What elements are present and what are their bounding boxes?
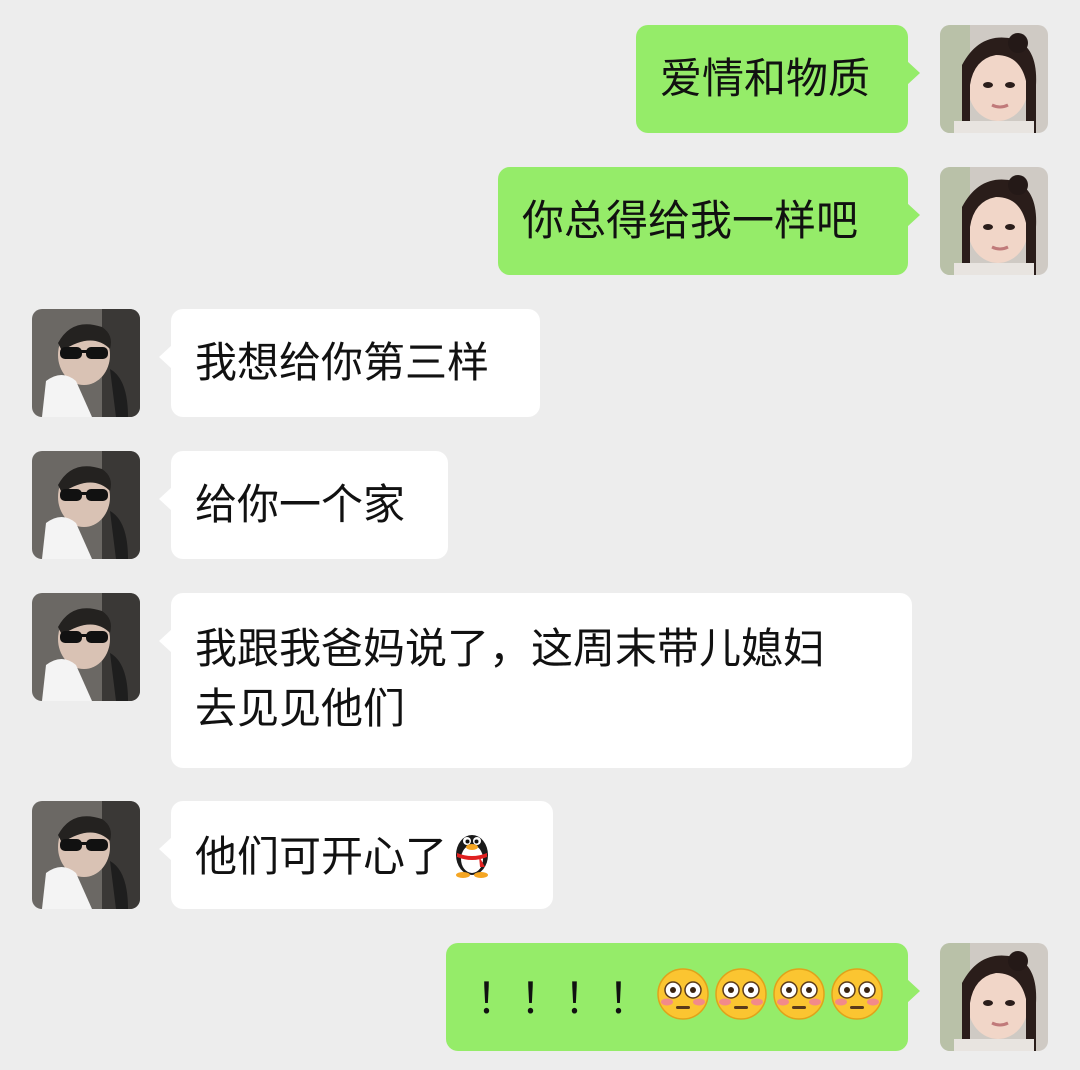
message-bubble[interactable]: 给你一个家 [159,451,448,559]
flushed-face-icon [656,967,710,1021]
message-text: 他们可开心了 [195,832,448,881]
avatar[interactable] [940,167,1048,275]
girl-avatar-icon [940,25,1048,133]
avatar[interactable] [940,25,1048,133]
message-bubble[interactable]: 爱情和物质 [636,25,920,133]
avatar[interactable] [940,943,1048,1051]
flushed-face-icon [830,967,884,1021]
message-row: 我跟我爸妈说了，这周末带儿媳妇 去见见他们 [0,593,1080,768]
avatar[interactable] [32,801,140,909]
message-text: ！！！！ [476,974,653,1023]
man-avatar-icon [32,801,140,909]
message-text: 你总得给我一样吧 [522,196,859,245]
message-row: 你总得给我一样吧 [0,167,1080,275]
message-bubble[interactable]: 我想给你第三样 [159,309,540,417]
message-bubble[interactable]: 我跟我爸妈说了，这周末带儿媳妇 去见见他们 [159,593,912,768]
message-text: 爱情和物质 [660,54,871,103]
message-text: 我想给你第三样 [195,338,490,387]
flushed-face-icon [772,967,826,1021]
message-row: 我想给你第三样 [0,309,1080,417]
message-row: ！！！！ [0,943,1080,1051]
message-text-line: 我跟我爸妈说了，这周末带儿媳妇 [195,624,826,673]
flushed-face-icon [714,967,768,1021]
girl-avatar-icon [940,943,1048,1051]
man-avatar-icon [32,593,140,701]
message-text-line: 去见见他们 [195,684,406,733]
qq-penguin-icon [456,835,489,878]
message-row: 爱情和物质 [0,25,1080,133]
man-avatar-icon [32,451,140,559]
message-row: 他们可开心了 [0,801,1080,909]
girl-avatar-icon [940,167,1048,275]
avatar[interactable] [32,593,140,701]
message-bubble[interactable]: 你总得给我一样吧 [498,167,920,275]
man-avatar-icon [32,309,140,417]
message-bubble[interactable]: 他们可开心了 [159,801,553,909]
message-text: 给你一个家 [195,480,406,529]
message-bubble[interactable]: ！！！！ [446,943,920,1051]
message-row: 给你一个家 [0,451,1080,559]
avatar[interactable] [32,309,140,417]
avatar[interactable] [32,451,140,559]
